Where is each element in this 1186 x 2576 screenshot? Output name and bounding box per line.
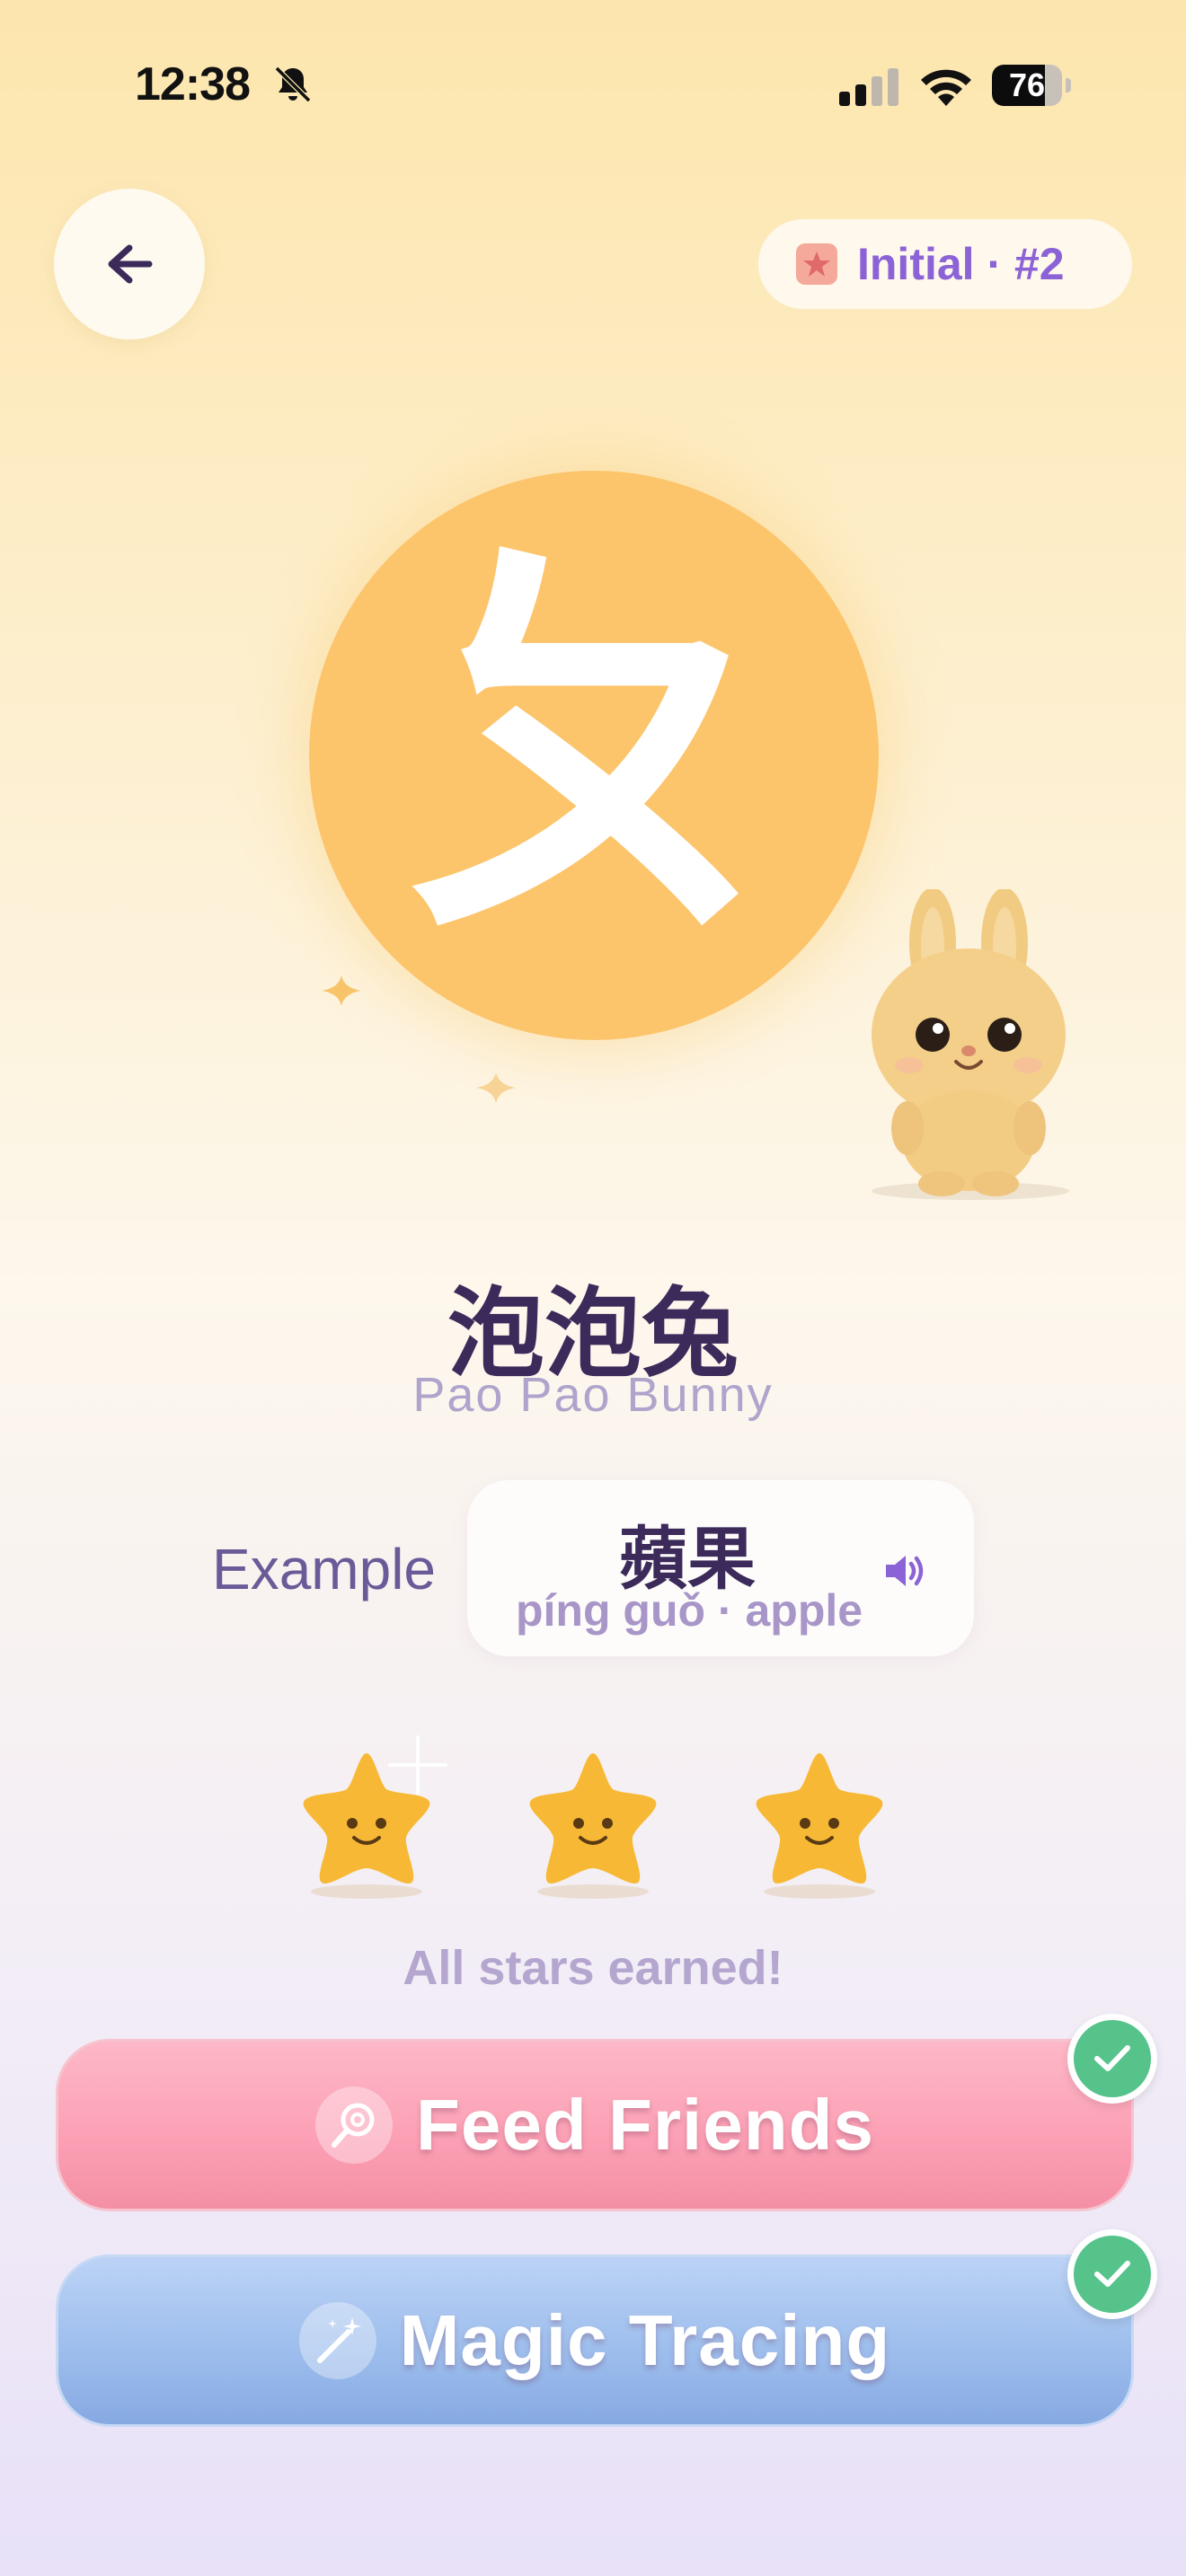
sparkle-icon [476,1072,516,1103]
bunny-mascot [872,889,1069,1200]
completed-check-icon [1067,2229,1157,2319]
magic-tracing-button[interactable]: Magic Tracing [56,2254,1134,2427]
star-icon [756,1753,883,1899]
example-card[interactable]: 蘋果 píng guǒ · apple [467,1480,974,1656]
cellular-signal-icon [839,68,898,106]
zhuyin-letter: ㄆ [387,510,801,991]
lollipop-icon [315,2086,394,2164]
battery-percent: 76 [1008,66,1046,103]
sparkle-plus-icon [388,1735,447,1795]
example-pinyin: píng guǒ · apple [516,1585,863,1636]
level-badge: Initial · #2 [758,219,1132,309]
bell-muted-icon [274,66,312,103]
letter-circle[interactable]: ㄆ [309,471,879,1040]
feed-friends-button[interactable]: Feed Friends [56,2039,1134,2211]
back-button[interactable] [54,189,205,340]
stars-status: All stars earned! [403,1941,783,1995]
wifi-icon [921,69,971,106]
example-label: Example [212,1537,436,1601]
speaker-icon[interactable] [882,1552,927,1590]
sparkle-icon [322,975,361,1006]
feed-friends-label: Feed Friends [416,2085,874,2165]
arrow-left-icon [108,244,153,284]
character-romanized: Pao Pao Bunny [412,1368,774,1422]
star-icon [529,1753,657,1899]
magic-tracing-label: Magic Tracing [399,2300,891,2380]
level-badge-text: Initial · #2 [857,239,1065,289]
magic-wand-icon [298,2302,376,2379]
battery-indicator: 76 [992,65,1073,106]
status-time: 12:38 [135,58,251,110]
completed-check-icon [1067,2014,1157,2104]
star-tile-icon [796,243,837,285]
